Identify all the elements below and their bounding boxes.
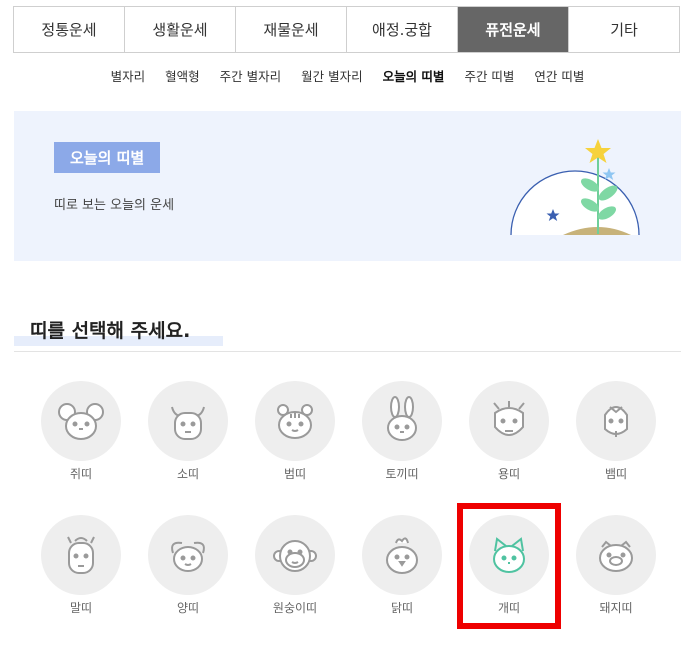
zodiac-label: 용띠 [497,467,521,481]
pig-icon [599,540,633,572]
zodiac-label: 범띠 [283,467,307,481]
zodiac-label: 소띠 [176,467,200,481]
zodiac-icon-circle [469,381,549,461]
zodiac-icon-circle [255,381,335,461]
zodiac-label: 원숭이띠 [272,601,318,615]
sheep-icon [171,541,205,572]
zodiac-dragon[interactable]: 용띠 [459,381,559,491]
zodiac-icon-circle [576,515,656,595]
section-title: 띠를 선택해 주세요. [30,320,191,342]
tab-jeongtong[interactable]: 정통운세 [14,7,125,52]
subtab-weekly-constellation[interactable]: 주간 별자리 [210,66,291,84]
rat-icon [58,403,104,440]
zodiac-ox[interactable]: 소띠 [138,381,238,491]
sub-category-tabs: 별자리 혈액형 주간 별자리 월간 별자리 오늘의 띠별 주간 띠별 연간 띠별 [0,66,695,84]
subtab-blood-type[interactable]: 혈액형 [155,66,210,84]
zodiac-label: 쥐띠 [69,467,93,481]
tab-saenghwal[interactable]: 생활운세 [125,7,236,52]
rabbit-icon [387,396,417,441]
zodiac-rat[interactable]: 쥐띠 [31,381,131,491]
zodiac-horse[interactable]: 말띠 [31,515,131,625]
zodiac-icon-circle [576,381,656,461]
section-header: 띠를 선택해 주세요. [14,316,681,352]
zodiac-label: 돼지띠 [599,601,633,615]
tiger-icon [277,404,313,439]
subtab-monthly-constellation[interactable]: 월간 별자리 [291,66,372,84]
zodiac-rabbit[interactable]: 토끼띠 [352,381,452,491]
subtab-constellation[interactable]: 별자리 [101,66,156,84]
zodiac-icon-circle [148,515,228,595]
tab-fusion[interactable]: 퓨전운세 [458,7,569,52]
zodiac-tiger[interactable]: 범띠 [245,381,345,491]
horse-icon [67,536,95,574]
tab-jaemul[interactable]: 재물운세 [236,7,347,52]
banner-title: 오늘의 띠별 [54,142,161,173]
zodiac-snake[interactable]: 뱀띠 [566,381,666,491]
zodiac-icon-circle [362,515,442,595]
rooster-icon [386,537,418,574]
zodiac-rooster[interactable]: 닭띠 [352,515,452,625]
selection-highlight-box [457,503,561,629]
zodiac-pig[interactable]: 돼지띠 [566,515,666,625]
zodiac-label: 닭띠 [390,601,414,615]
monkey-icon [273,540,317,572]
snake-icon [604,406,628,437]
zodiac-sheep[interactable]: 양띠 [138,515,238,625]
page-banner: 오늘의 띠별 띠로 보는 오늘의 운세 [14,111,681,261]
tab-aejeong[interactable]: 애정.궁합 [347,7,458,52]
zodiac-icon-circle [41,515,121,595]
banner-description: 띠로 보는 오늘의 운세 [54,198,175,213]
plant-star-illustration [510,139,640,236]
zodiac-label: 양띠 [176,601,200,615]
subtab-yearly-zodiac[interactable]: 연간 띠별 [524,66,594,84]
zodiac-icon-circle [148,381,228,461]
main-category-tabs: 정통운세 생활운세 재물운세 애정.궁합 퓨전운세 기타 [13,6,680,53]
ox-icon [171,406,205,440]
zodiac-label: 뱀띠 [604,467,628,481]
zodiac-label: 말띠 [69,601,93,615]
zodiac-label: 토끼띠 [385,467,419,481]
subtab-weekly-zodiac[interactable]: 주간 띠별 [454,66,524,84]
zodiac-icon-circle [362,381,442,461]
zodiac-monkey[interactable]: 원숭이띠 [245,515,345,625]
tab-etc[interactable]: 기타 [569,7,679,52]
dragon-icon [493,401,525,436]
subtab-today-zodiac[interactable]: 오늘의 띠별 [373,66,455,84]
zodiac-icon-circle [41,381,121,461]
zodiac-icon-circle [255,515,335,595]
